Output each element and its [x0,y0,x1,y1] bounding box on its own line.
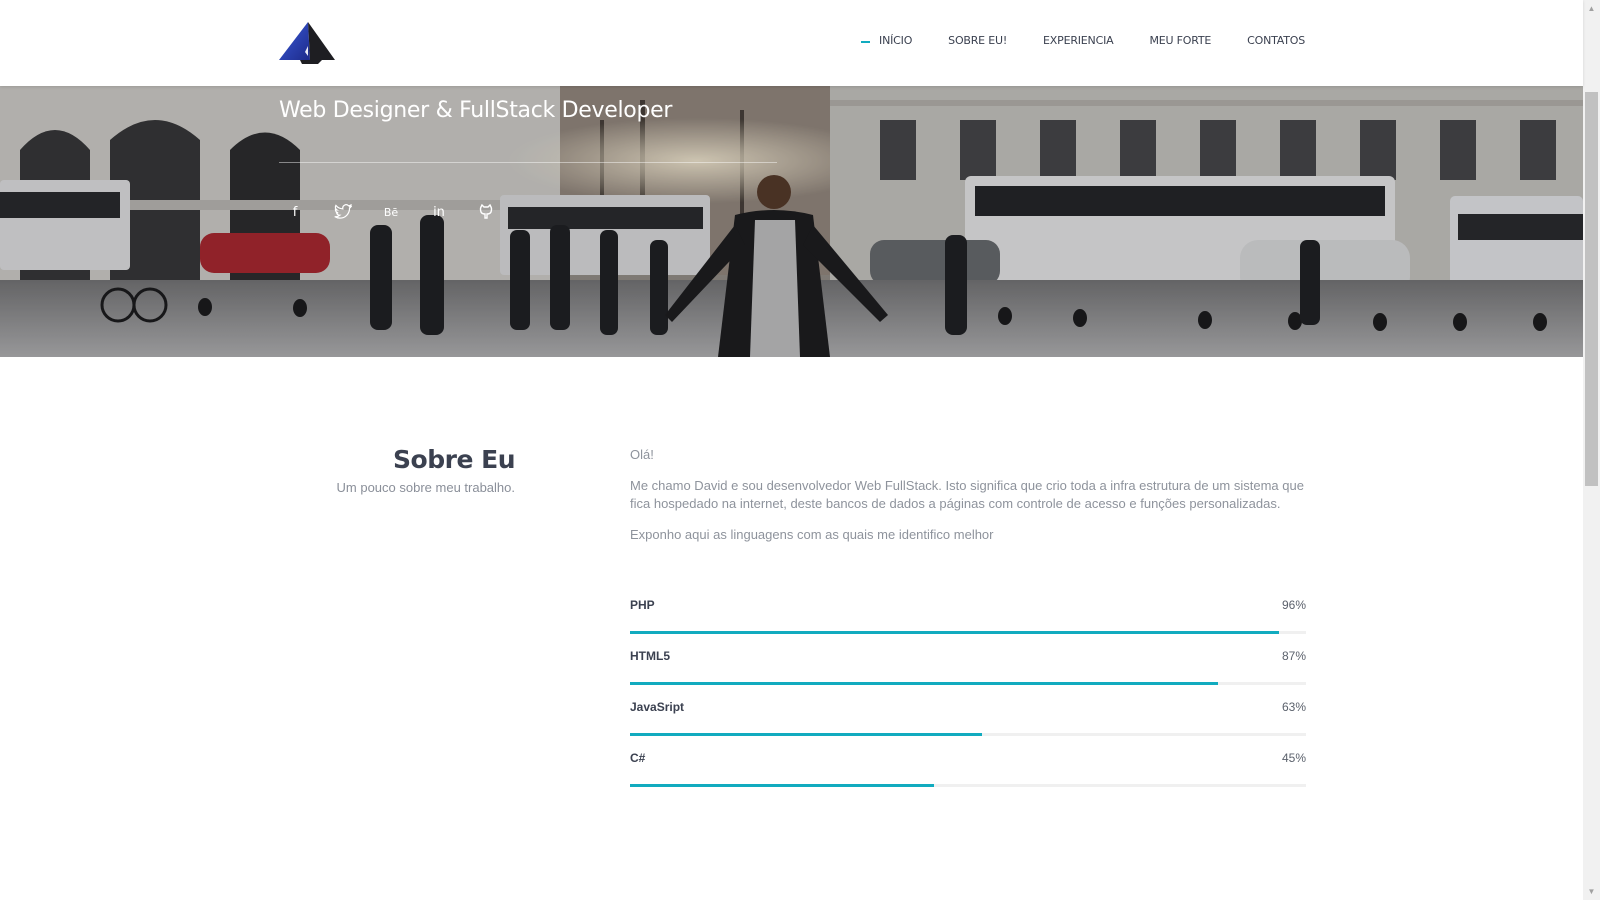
skill-row: C# 45% [630,751,1306,802]
logo-triangle-shape [279,22,335,64]
about-heading-block: Sobre Eu Um pouco sobre meu trabalho. [300,445,516,495]
about-paragraph: Olá! [630,447,654,462]
social-links: f Bē in [286,201,526,223]
skill-name: HTML5 [630,649,670,663]
behance-icon[interactable]: Bē [382,201,430,223]
hero-divider [279,162,777,163]
page: Web Designer & FullStack Developer f Bē … [0,0,1600,900]
about-subtitle: Um pouco sobre meu trabalho. [336,480,515,495]
skill-progress-track [630,784,1306,787]
nav-item-inicio[interactable]: INÍCIO [861,34,912,47]
about-paragraph: Exponho aqui as linguagens com as quais … [630,527,994,542]
skill-percent: 87% [1281,649,1306,663]
scrollbar-thumb[interactable] [1585,92,1598,486]
skill-percent: 63% [1281,700,1306,714]
skill-row: JavaSript 63% [630,700,1306,751]
page-scrollbar[interactable]: ▲ ▼ [1583,0,1600,900]
skill-progress-fill [630,682,1219,685]
github-icon[interactable] [478,201,526,223]
hero-subtitle: Web Designer & FullStack Developer [279,98,673,123]
nav-item-contatos[interactable]: CONTATOS [1247,34,1305,47]
twitter-icon[interactable] [334,201,382,223]
skill-row: HTML5 87% [630,649,1306,700]
scroll-down-arrow-icon[interactable]: ▼ [1583,883,1600,900]
nav-item-meu-forte[interactable]: MEU FORTE [1149,34,1211,47]
facebook-icon[interactable]: f [286,201,334,223]
about-text: Olá! Me chamo David e sou desenvolvedor … [630,446,1306,557]
skill-progress-track [630,682,1306,685]
site-logo[interactable] [278,20,338,65]
skill-progress-track [630,631,1306,634]
skill-progress-track [630,733,1306,736]
about-title: Sobre Eu [393,445,515,474]
scroll-up-arrow-icon[interactable]: ▲ [1583,0,1600,17]
skill-name: C# [630,751,646,765]
skill-percent: 45% [1281,751,1306,765]
skill-row: PHP 96% [630,598,1306,649]
skill-percent: 96% [1281,598,1306,612]
skill-progress-fill [630,631,1279,634]
nav-item-sobre-eu[interactable]: SOBRE EU! [948,34,1007,47]
skill-name: JavaSript [630,700,685,714]
linkedin-icon[interactable]: in [430,201,478,223]
twitter-bird-shape [334,204,352,219]
about-paragraph: Me chamo David e sou desenvolvedor Web F… [630,478,1304,511]
nav-item-experiencia[interactable]: EXPERIENCIA [1043,34,1114,47]
main-nav: INÍCIO SOBRE EU! EXPERIENCIA MEU FORTE C… [825,34,1305,47]
skills-list: PHP 96% HTML5 87% JavaSript 63% C# 45% [630,598,1306,802]
skill-progress-fill [630,784,935,787]
skill-name: PHP [630,598,655,612]
github-cat-shape [479,204,493,219]
skill-progress-fill [630,733,982,736]
top-navbar: INÍCIO SOBRE EU! EXPERIENCIA MEU FORTE C… [0,0,1583,86]
